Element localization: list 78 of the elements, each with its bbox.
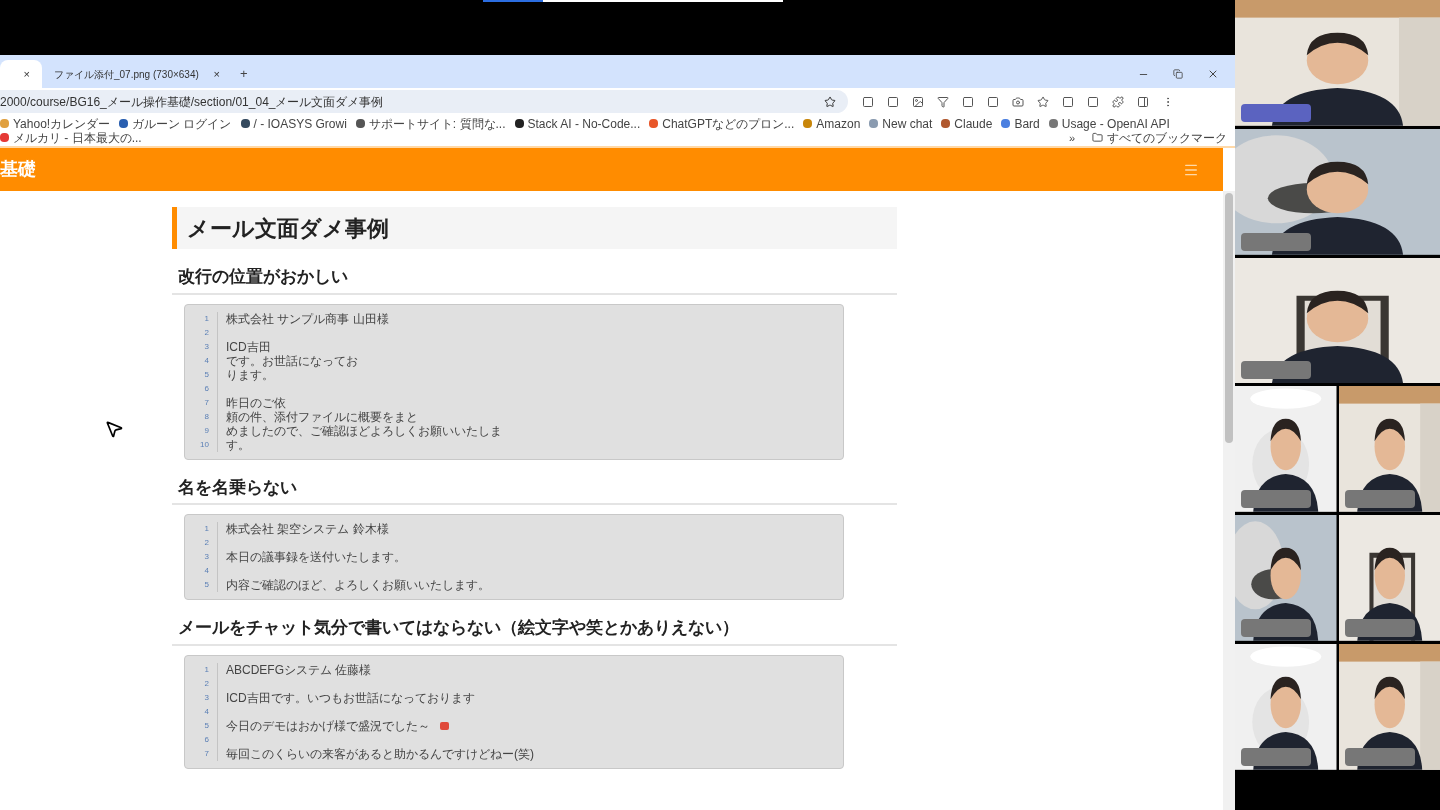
code-line: 今日のデモはおかげ様で盛況でした～ bbox=[226, 719, 430, 732]
line-number: 3 bbox=[203, 693, 209, 702]
extension-icon[interactable] bbox=[862, 95, 874, 108]
line-number: 2 bbox=[203, 679, 209, 688]
section-heading: メールをチャット気分で書いてはならない（絵文字や笑とかありえない） bbox=[172, 615, 897, 646]
code-line: めましたので、ご確認ほどよろしくお願いいたしま bbox=[226, 424, 502, 437]
url-text: 2000/course/BG16_メール操作基礎/section/01_04_メール文面ダメ事例 bbox=[0, 93, 385, 111]
extension-icon[interactable] bbox=[1112, 95, 1124, 108]
line-number: 5 bbox=[203, 721, 209, 730]
code-line: ICD吉田です。いつもお世話になっております bbox=[226, 691, 475, 704]
line-number: 1 bbox=[203, 525, 209, 533]
browser-tab[interactable]: ファイル添付_07.png (730×634) × bbox=[42, 60, 232, 88]
extension-icon[interactable] bbox=[887, 95, 899, 108]
line-number: 2 bbox=[203, 539, 209, 547]
line-number: 3 bbox=[203, 553, 209, 561]
browser-tab[interactable]: × bbox=[0, 60, 42, 88]
code-line: 株式会社 架空システム 鈴木様 bbox=[226, 523, 389, 535]
extension-icon[interactable] bbox=[912, 95, 924, 108]
bookmark-label: New chat bbox=[882, 116, 933, 131]
extension-icon[interactable] bbox=[1037, 95, 1049, 108]
code-line: 内容ご確認のほど、よろしくお願いいたします。 bbox=[226, 579, 490, 591]
extension-icon[interactable] bbox=[962, 95, 974, 108]
all-bookmarks-button[interactable]: すべてのブックマーク bbox=[1092, 130, 1227, 145]
code-line: す。 bbox=[226, 438, 250, 451]
more-bookmarks-button[interactable]: » bbox=[1068, 130, 1075, 145]
section-heading: 改行の位置がおかしい bbox=[172, 264, 897, 295]
code-line: ります。 bbox=[226, 368, 274, 381]
restore-icon[interactable] bbox=[1173, 69, 1183, 79]
line-number: 3 bbox=[203, 342, 209, 351]
line-number: 2 bbox=[203, 328, 209, 337]
scrollbar[interactable] bbox=[1223, 191, 1235, 810]
code-line: ICD吉田 bbox=[226, 340, 271, 353]
mouse-cursor-icon bbox=[104, 419, 124, 439]
line-number: 8 bbox=[203, 412, 209, 421]
page-title: メール文面ダメ事例 bbox=[172, 207, 897, 249]
line-number: 1 bbox=[203, 314, 209, 323]
bookmark[interactable]: Claude bbox=[941, 116, 993, 131]
line-number: 4 bbox=[203, 567, 209, 575]
line-number: 5 bbox=[203, 370, 209, 379]
bookmark-label: Claude bbox=[954, 116, 993, 131]
code-line: 毎回このくらいの来客があると助かるんですけどねー(笑) bbox=[226, 747, 534, 760]
close-icon[interactable] bbox=[1207, 68, 1219, 80]
side-panel-icon[interactable] bbox=[1137, 95, 1149, 108]
new-tab-button[interactable]: + bbox=[232, 60, 256, 88]
site-title: 基礎 bbox=[0, 158, 36, 181]
line-number: 9 bbox=[203, 426, 209, 435]
tab-close-button[interactable]: × bbox=[23, 65, 30, 83]
extension-icon[interactable] bbox=[1012, 95, 1024, 108]
line-number: 6 bbox=[203, 384, 209, 393]
section-heading: 名を名乗らない bbox=[172, 474, 897, 505]
line-number: 10 bbox=[199, 440, 209, 449]
extension-icon[interactable] bbox=[987, 95, 999, 108]
bookmark[interactable]: Amazon bbox=[803, 116, 861, 131]
code-line: 昨日のご依 bbox=[226, 396, 286, 409]
line-number: 7 bbox=[203, 749, 209, 758]
bookmark[interactable]: Bard bbox=[1001, 116, 1040, 131]
tab-close-button[interactable]: × bbox=[213, 65, 220, 83]
code-line: 本日の議事録を送付いたします。 bbox=[226, 551, 406, 563]
line-number: 4 bbox=[203, 707, 209, 716]
address-bar[interactable]: 2000/course/BG16_メール操作基礎/section/01_04_メール文面ダメ事例 bbox=[0, 90, 848, 113]
bookmark[interactable]: New chat bbox=[869, 116, 933, 131]
line-number: 1 bbox=[203, 665, 209, 674]
code-line: 株式会社 サンプル商事 山田様 bbox=[226, 312, 389, 325]
bookmark-label: Bard bbox=[1014, 116, 1040, 131]
tab-title: ファイル添付_07.png (730×634) bbox=[54, 67, 200, 82]
folder-icon bbox=[1092, 132, 1103, 143]
code-line: 頼の件、添付ファイルに概要をまと bbox=[226, 410, 418, 423]
bookmark-star-icon[interactable] bbox=[824, 95, 836, 108]
extension-icon[interactable] bbox=[937, 95, 949, 108]
extension-icon[interactable] bbox=[1087, 95, 1099, 108]
code-line: ABCDEFGシステム 佐藤様 bbox=[226, 663, 372, 676]
extension-icon[interactable] bbox=[1062, 95, 1074, 108]
line-number: 7 bbox=[203, 398, 209, 407]
line-number: 6 bbox=[203, 735, 209, 744]
code-line: です。お世話になってお bbox=[226, 354, 358, 367]
line-number: 5 bbox=[203, 581, 209, 589]
bookmark-label: Amazon bbox=[816, 116, 861, 131]
line-number: 4 bbox=[203, 356, 209, 365]
